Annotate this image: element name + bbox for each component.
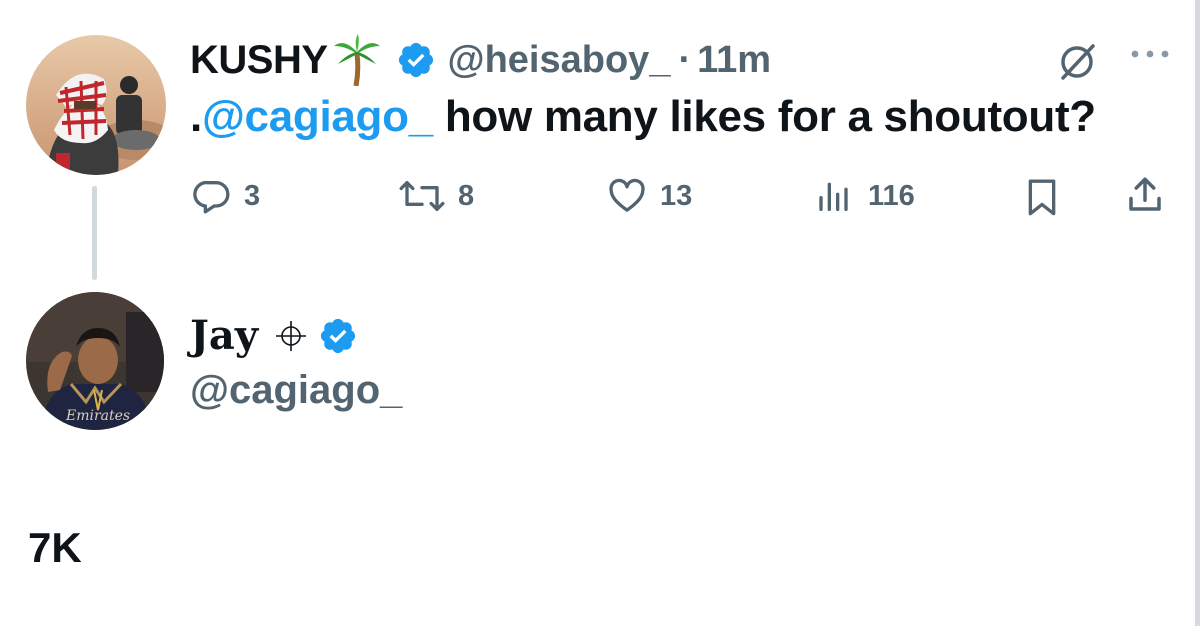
share-icon [1129,177,1161,211]
mention-link[interactable]: @cagiago_ [202,92,433,141]
quoted-user-name[interactable]: Jay [190,312,258,359]
author-handle[interactable]: @heisaboy_ [448,39,671,82]
thread-connector-line [92,186,97,280]
like-button[interactable]: 13 [606,176,692,216]
palm-tree-icon [332,34,382,86]
tweet-text: .@cagiago_ how many likes for a shoutout… [190,92,1096,142]
tweet-time[interactable]: 11m [697,39,771,82]
author-name[interactable]: KUSHY [190,38,328,83]
text-prefix: . [190,92,202,141]
verified-badge-icon [396,40,436,80]
quoted-user-handle[interactable]: @cagiago_ [190,368,402,413]
like-count: 13 [660,179,693,212]
repost-icon [399,181,445,211]
repost-count: 8 [458,179,475,212]
reply-icon [193,180,230,214]
repost-button[interactable]: 8 [398,176,474,216]
views-count: 116 [868,179,915,212]
reply-button[interactable]: 3 [192,176,260,216]
grok-icon[interactable] [1055,38,1101,89]
separator-dot: · [678,38,692,81]
tweet-header: KUSHY @heisaboy_ · 11m [190,30,771,90]
scrollbar-edge [1195,0,1200,626]
bookmark-icon [1028,179,1056,216]
svg-text:Emirates: Emirates [65,408,130,424]
crosshair-icon [274,319,308,353]
verified-badge-icon [318,316,358,356]
analytics-icon [819,182,848,211]
views-button[interactable]: 116 [816,176,915,216]
reply-count: 3 [244,179,261,212]
share-button[interactable] [1124,174,1166,216]
text-body: how many likes for a shoutout? [432,92,1096,141]
more-options-icon[interactable] [1128,44,1172,69]
heart-icon [609,178,645,212]
quoted-user-avatar[interactable]: Emirates [26,292,164,430]
bookmark-button[interactable] [1022,176,1062,218]
reply-text: 7K [28,524,82,571]
quoted-user-name-row: Jay [190,312,358,359]
author-avatar[interactable] [26,35,166,175]
